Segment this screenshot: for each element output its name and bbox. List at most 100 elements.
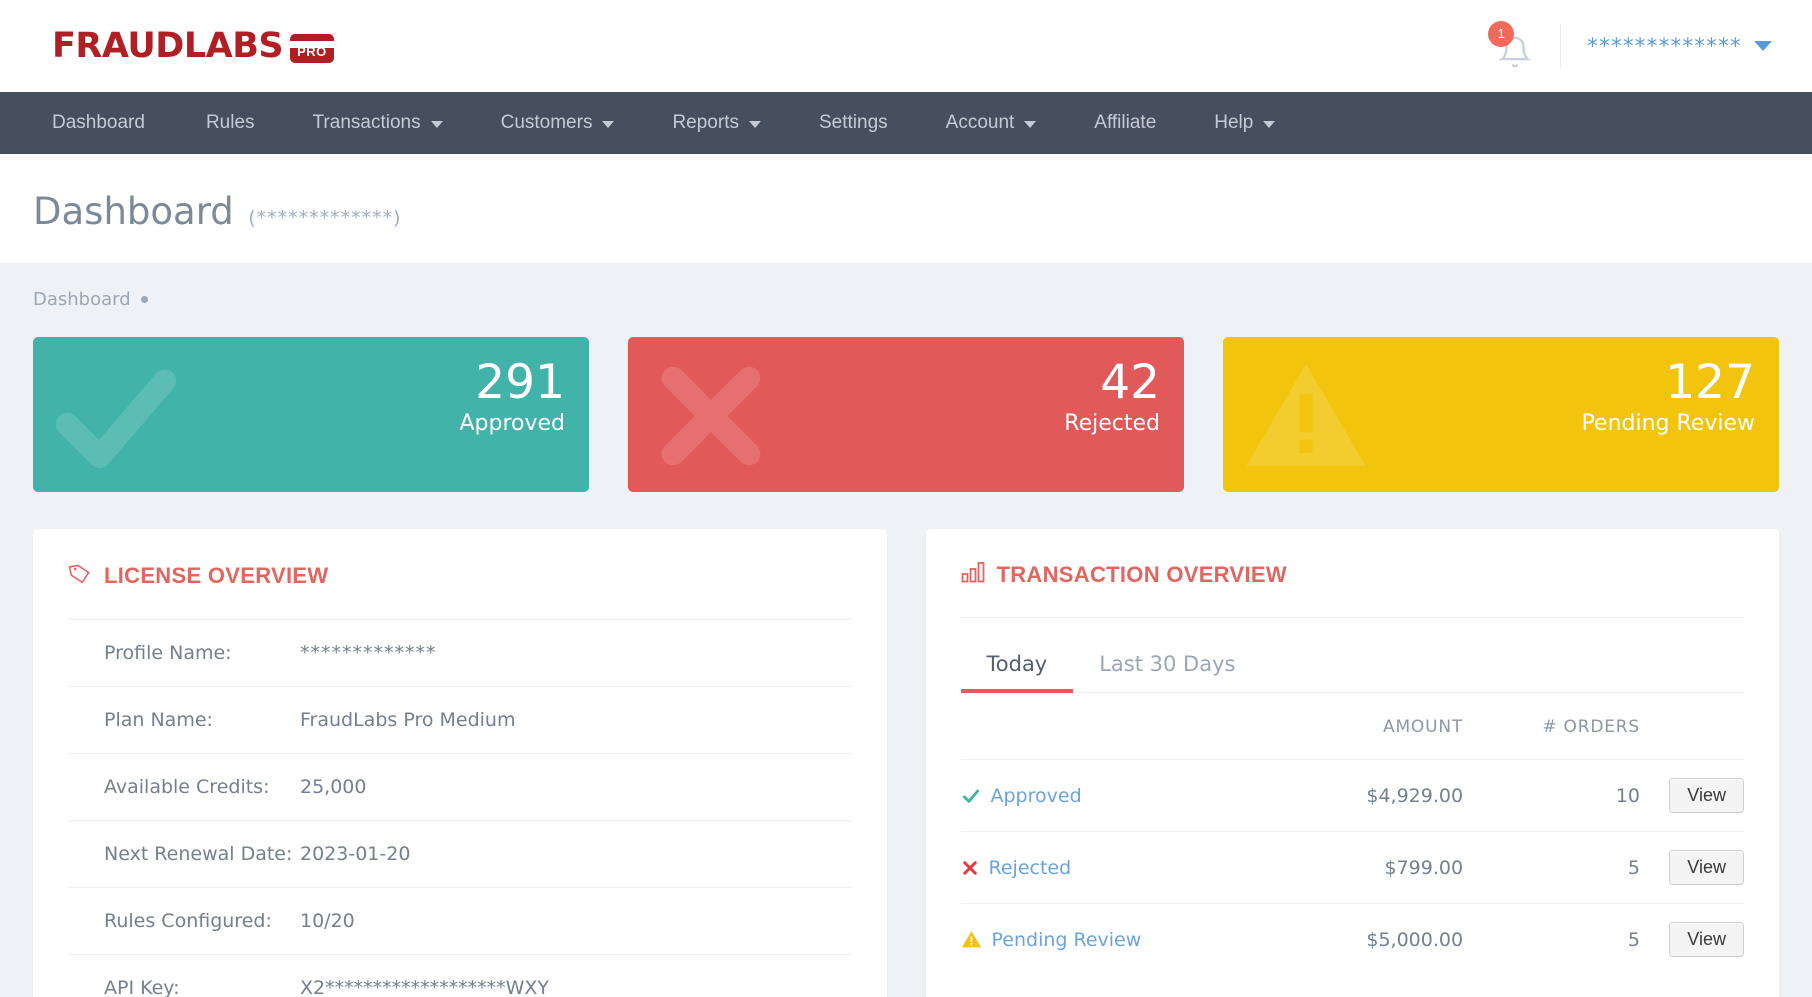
logo-pro-badge: PRO	[290, 33, 334, 63]
row-key: Next Renewal Date:	[104, 843, 293, 865]
stat-card-approved[interactable]: 291 Approved	[33, 337, 589, 492]
stat-label: Pending Review	[1581, 410, 1755, 436]
warning-icon	[1231, 351, 1381, 486]
status-rejected[interactable]: Rejected	[961, 857, 1288, 879]
notifications-button[interactable]: 1	[1488, 21, 1542, 71]
column-header-action	[1640, 693, 1744, 760]
row-amount: $4,929.00	[1287, 759, 1464, 832]
breadcrumb-item-dashboard[interactable]: Dashboard	[33, 289, 131, 310]
bar-chart-icon	[961, 561, 985, 589]
license-overview-panel: LICENSE OVERVIEW Profile Name: *********…	[33, 529, 887, 997]
row-orders: 5	[1463, 831, 1640, 904]
page-title: Dashboard	[33, 190, 234, 233]
view-button[interactable]: View	[1669, 778, 1744, 813]
dashboard-panels: LICENSE OVERVIEW Profile Name: *********…	[33, 529, 1779, 997]
license-details-table: Profile Name: ************* Plan Name: F…	[68, 620, 852, 997]
panel-title-text: LICENSE OVERVIEW	[104, 563, 329, 588]
stat-card-rejected[interactable]: 42 Rejected	[628, 337, 1184, 492]
top-bar-divider	[1560, 24, 1562, 68]
nav-item-help[interactable]: Help	[1185, 92, 1304, 154]
breadcrumb: Dashboard	[33, 289, 1779, 310]
nav-item-affiliate[interactable]: Affiliate	[1065, 92, 1185, 154]
chevron-down-icon	[1263, 120, 1276, 128]
status-pending-review[interactable]: Pending Review	[961, 929, 1288, 951]
stat-card-body: 127 Pending Review	[1582, 357, 1755, 436]
status-label: Rejected	[988, 856, 1072, 879]
transaction-overview-title: TRANSACTION OVERVIEW	[960, 561, 1744, 618]
row-value-rules-configured[interactable]: 10/20	[300, 888, 852, 955]
table-row: Rejected $799.00 5 View	[960, 831, 1744, 904]
chevron-down-icon	[1024, 120, 1037, 128]
cross-icon	[636, 351, 786, 486]
brand-logo[interactable]: FRAUDLABS PRO	[52, 26, 334, 66]
table-body: Approved $4,929.00 10 View Rejected $799…	[960, 759, 1744, 976]
row-key: Rules Configured:	[104, 910, 272, 932]
tag-icon	[68, 561, 92, 591]
row-action-cell: View	[1640, 904, 1744, 976]
table-row: Profile Name: *************	[68, 620, 852, 687]
main-content: Dashboard 291 Approved 42 Rejected 127 P…	[0, 263, 1812, 997]
row-amount: $799.00	[1287, 831, 1464, 904]
nav-item-reports[interactable]: Reports	[643, 92, 790, 154]
stat-card-pending-review[interactable]: 127 Pending Review	[1223, 337, 1779, 492]
row-action-cell: View	[1640, 831, 1744, 904]
chevron-down-icon	[748, 120, 761, 128]
stat-label: Approved	[459, 410, 565, 436]
top-bar-right: 1 *************	[1488, 21, 1772, 71]
check-icon	[41, 351, 191, 486]
page-header: Dashboard (*************)	[0, 154, 1812, 263]
row-status-cell: Approved	[960, 759, 1288, 832]
table-row: API Key: X2*******************WXY	[68, 955, 852, 997]
nav-label: Account	[945, 112, 1015, 133]
table-row: Plan Name: FraudLabs Pro Medium	[68, 687, 852, 754]
cross-icon	[962, 860, 977, 875]
chevron-down-icon	[1754, 41, 1772, 51]
nav-label: Customers	[500, 112, 593, 133]
table-header-row: AMOUNT # ORDERS	[960, 693, 1744, 760]
transaction-overview-panel: TRANSACTION OVERVIEW Today Last 30 Days …	[925, 529, 1779, 997]
page-subtitle: (*************)	[248, 207, 402, 229]
stat-label: Rejected	[1064, 410, 1160, 436]
table-row: Pending Review $5,000.00 5 View	[961, 904, 1744, 976]
stat-value: 291	[475, 355, 565, 410]
nav-label: Dashboard	[52, 112, 145, 133]
status-label: Approved	[990, 784, 1082, 807]
row-orders: 10	[1463, 759, 1640, 832]
stat-value: 42	[1100, 355, 1160, 410]
column-header-amount: AMOUNT	[1287, 693, 1464, 760]
table-row: Approved $4,929.00 10 View	[960, 759, 1744, 832]
logo-text: FRAUDLABS	[52, 26, 284, 66]
row-value-available-credits: 25,000	[300, 776, 367, 798]
nav-item-customers[interactable]: Customers	[472, 92, 644, 154]
row-value-next-renewal-date: 2023-01-20	[300, 843, 411, 865]
row-key: Profile Name:	[104, 642, 232, 664]
nav-item-account[interactable]: Account	[917, 92, 1066, 154]
nav-label: Settings	[818, 112, 888, 133]
stat-card-body: 291 Approved	[459, 357, 565, 436]
status-approved[interactable]: Approved	[961, 785, 1288, 807]
row-key: API Key:	[104, 977, 180, 997]
table-row: Rules Configured: 10/20	[68, 888, 852, 955]
row-value-plan-name: FraudLabs Pro Medium	[300, 709, 516, 731]
chevron-down-icon	[602, 120, 615, 128]
panel-title-text: TRANSACTION OVERVIEW	[996, 562, 1287, 587]
nav-item-dashboard[interactable]: Dashboard	[52, 92, 177, 154]
row-value-profile-name[interactable]: *************	[300, 620, 852, 687]
view-button[interactable]: View	[1669, 922, 1744, 957]
nav-item-rules[interactable]: Rules	[177, 92, 284, 154]
row-status-cell: Rejected	[960, 831, 1288, 904]
table-row: Available Credits: 25,000	[68, 754, 852, 821]
column-header-status	[960, 693, 1288, 760]
stat-cards: 291 Approved 42 Rejected 127 Pending Rev…	[33, 337, 1779, 492]
tab-today[interactable]: Today	[960, 644, 1074, 693]
user-menu[interactable]: *************	[1587, 34, 1772, 58]
nav-label: Rules	[205, 112, 255, 133]
nav-item-transactions[interactable]: Transactions	[284, 92, 472, 154]
stat-card-body: 42 Rejected	[1064, 357, 1160, 436]
nav-item-settings[interactable]: Settings	[790, 92, 917, 154]
view-button[interactable]: View	[1669, 850, 1744, 885]
nav-label: Affiliate	[1094, 112, 1157, 133]
warning-icon	[961, 931, 981, 948]
tab-last-30-days[interactable]: Last 30 Days	[1073, 644, 1261, 692]
row-value-api-key: X2*******************WXY	[300, 977, 550, 997]
